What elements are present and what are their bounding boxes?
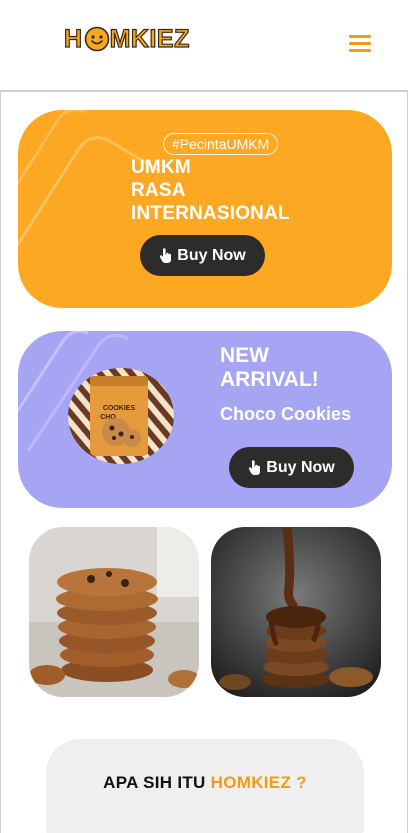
hashtag-badge[interactable]: #PecintaUMKM bbox=[163, 133, 279, 155]
hero-buy-now-button[interactable]: Buy Now bbox=[140, 235, 265, 276]
cookie-stack-image bbox=[29, 527, 199, 697]
top-navbar: H MKIEZ bbox=[0, 0, 408, 92]
cookie-face-icon bbox=[84, 26, 109, 52]
about-title-prefix: APA SIH ITU bbox=[103, 773, 211, 792]
hamburger-icon-bar bbox=[349, 42, 371, 45]
about-homkiez-card: APA SIH ITU HOMKIEZ ? bbox=[46, 739, 364, 833]
arrival-buy-now-button[interactable]: Buy Now bbox=[229, 447, 354, 488]
hamburger-menu-button[interactable] bbox=[346, 32, 374, 54]
about-title: APA SIH ITU HOMKIEZ ? bbox=[46, 773, 364, 793]
hero-buy-now-label: Buy Now bbox=[177, 246, 246, 264]
chocolate-drizzle-image bbox=[211, 527, 381, 697]
chocolate-drizzle-photo[interactable] bbox=[211, 527, 381, 697]
hero-title-line: RASA bbox=[131, 180, 186, 201]
hero-title-line: UMKM bbox=[131, 157, 191, 178]
product-package-illustration: COOKIES CHO bbox=[68, 368, 174, 464]
pointing-hand-icon bbox=[160, 247, 172, 263]
hamburger-icon-bar bbox=[349, 49, 371, 52]
arrival-title-line: NEW bbox=[220, 344, 269, 367]
logo-letter-h: H bbox=[63, 24, 83, 53]
hero-title: UMKM RASA INTERNASIONAL bbox=[131, 156, 290, 225]
choco-cookies-product-image[interactable]: COOKIES CHO bbox=[68, 368, 174, 464]
new-arrival-title: NEW ARRIVAL! bbox=[220, 344, 319, 392]
logo-letters: MKIEZ bbox=[109, 24, 190, 53]
hamburger-icon-bar bbox=[349, 35, 371, 38]
product-label-text: COOKIES bbox=[103, 405, 136, 412]
pointing-hand-icon bbox=[249, 459, 261, 475]
about-title-brand: HOMKIEZ ? bbox=[210, 773, 307, 792]
arrival-buy-now-label: Buy Now bbox=[266, 458, 335, 476]
arrival-title-line: ARRIVAL! bbox=[220, 368, 319, 391]
hero-title-line: INTERNASIONAL bbox=[131, 203, 290, 224]
homkiez-logo[interactable]: H MKIEZ bbox=[63, 22, 190, 56]
cookie-stack-photo[interactable] bbox=[29, 527, 199, 697]
new-arrival-subtitle: Choco Cookies bbox=[220, 404, 352, 424]
